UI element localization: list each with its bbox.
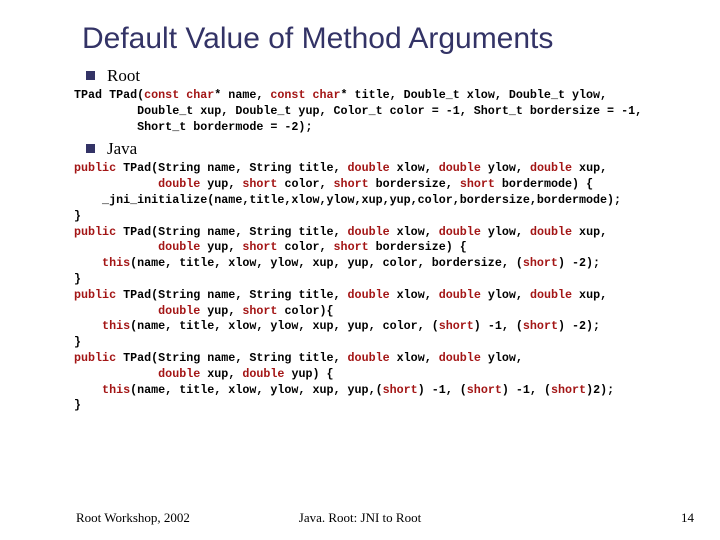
code-text: * name, [214,88,270,102]
code-keyword: double [439,161,481,175]
slide-title: Default Value of Method Arguments [82,22,702,56]
code-keyword: short [523,319,558,333]
code-keyword: double [158,367,200,381]
bullet-icon [86,144,95,153]
code-text [74,367,158,381]
code-keyword: public [74,351,116,365]
code-text [74,240,158,254]
code-text: ylow, [481,225,530,239]
section-root: Root [86,66,702,86]
code-text: xup, [200,367,242,381]
java-code-block: public TPad(String name, String title, d… [74,161,702,414]
code-text: )2); [586,383,614,397]
code-keyword: double [439,351,481,365]
code-keyword: double [530,288,572,302]
code-text [74,177,158,191]
code-keyword: double [348,351,390,365]
code-text: xlow, [390,351,439,365]
code-text: bordermode) { [495,177,593,191]
code-text: TPad TPad( [74,88,144,102]
code-keyword: short [242,177,277,191]
code-text: } [74,398,81,412]
code-keyword: short [460,177,495,191]
bullet-icon [86,71,95,80]
code-keyword: short [242,240,277,254]
code-text: ) -1, ( [474,319,523,333]
code-text: color, [277,240,333,254]
footer-page-number: 14 [681,510,694,526]
code-keyword: double [348,225,390,239]
code-keyword: this [74,383,130,397]
code-text: * title, Double_t xlow, Double_t ylow, [341,88,608,102]
code-text: TPad(String name, String title, [116,351,347,365]
slide: Default Value of Method Arguments Root T… [0,0,720,414]
code-keyword: short [334,240,369,254]
code-keyword: short [523,256,558,270]
code-text [74,304,158,318]
code-keyword: double [439,225,481,239]
code-text: bordersize, [369,177,460,191]
code-text: Short_t bordermode = -2); [74,120,312,134]
code-text: ) -1, ( [418,383,467,397]
code-text: ylow, [481,161,530,175]
section-java: Java [86,139,702,159]
code-text: ) -1, ( [502,383,551,397]
code-text: bordersize) { [369,240,467,254]
code-text: ylow, [481,351,523,365]
code-text: TPad(String name, String title, [116,288,347,302]
code-keyword: short [439,319,474,333]
code-text: Double_t xup, Double_t yup, Color_t colo… [74,104,642,118]
code-text: TPad(String name, String title, [116,161,347,175]
code-keyword: short [551,383,586,397]
code-keyword: short [383,383,418,397]
code-keyword: this [74,256,130,270]
code-text: } [74,209,81,223]
code-text: yup, [200,240,242,254]
code-keyword: public [74,225,116,239]
code-keyword: double [530,225,572,239]
code-keyword: const char [270,88,340,102]
code-text: xlow, [390,225,439,239]
code-keyword: short [334,177,369,191]
code-text: TPad(String name, String title, [116,225,347,239]
code-keyword: public [74,161,116,175]
code-text: (name, title, xlow, ylow, xup, yup,( [130,383,383,397]
code-text: } [74,272,81,286]
code-text: xup, [572,225,607,239]
code-text: ) -2); [558,319,600,333]
section-java-label: Java [107,139,137,158]
code-text: _jni_initialize(name,title,xlow,ylow,xup… [74,193,621,207]
code-keyword: double [158,240,200,254]
code-keyword: const char [144,88,214,102]
code-text: xlow, [390,161,439,175]
code-text: yup, [200,304,242,318]
code-text: xup, [572,288,607,302]
code-text: xup, [572,161,607,175]
code-keyword: public [74,288,116,302]
code-keyword: double [348,288,390,302]
code-text: color){ [277,304,333,318]
code-text: ylow, [481,288,530,302]
code-keyword: double [242,367,284,381]
code-keyword: this [74,319,130,333]
code-keyword: double [530,161,572,175]
code-text: } [74,335,81,349]
code-text: yup) { [284,367,333,381]
code-text: (name, title, xlow, ylow, xup, yup, colo… [130,256,523,270]
code-keyword: double [158,177,200,191]
code-text: yup, [200,177,242,191]
section-root-label: Root [107,66,140,85]
code-keyword: short [467,383,502,397]
code-keyword: short [242,304,277,318]
root-code-block: TPad TPad(const char* name, const char* … [74,88,702,135]
code-keyword: double [439,288,481,302]
footer-center: Java. Root: JNI to Root [0,510,720,526]
code-text: ) -2); [558,256,600,270]
code-text: (name, title, xlow, ylow, xup, yup, colo… [130,319,439,333]
code-text: xlow, [390,288,439,302]
code-keyword: double [348,161,390,175]
code-text: color, [277,177,333,191]
code-keyword: double [158,304,200,318]
